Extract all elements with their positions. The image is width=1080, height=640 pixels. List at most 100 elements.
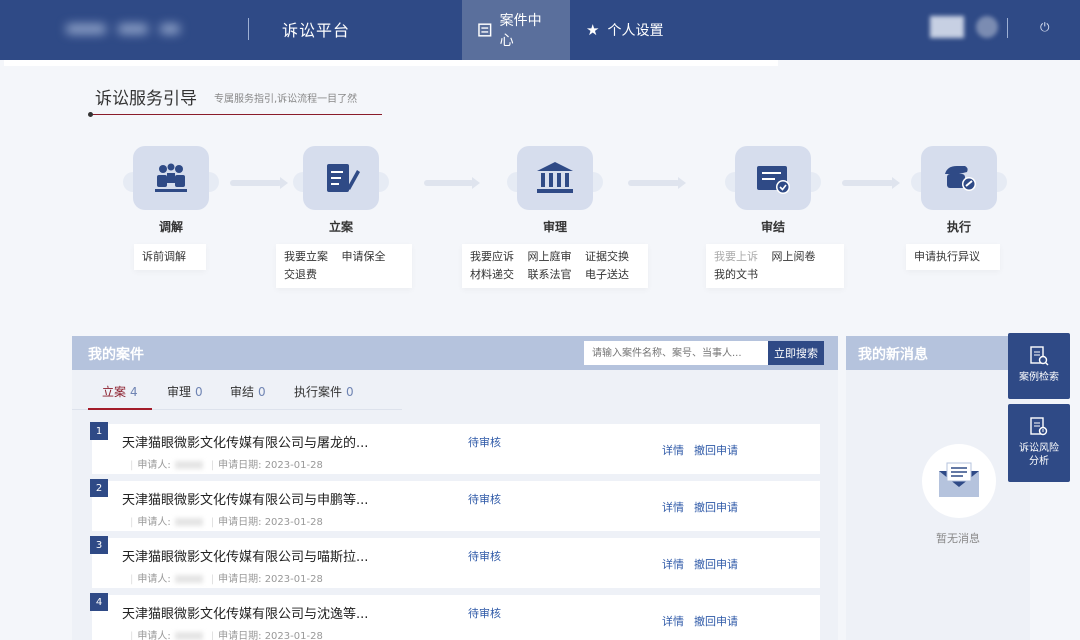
link-my-documents[interactable]: 我的文书 bbox=[714, 268, 758, 281]
case-status: 待审核 bbox=[468, 493, 501, 506]
detail-link[interactable]: 详情 bbox=[662, 613, 684, 629]
mediation-links: 诉前调解 bbox=[134, 244, 206, 270]
conclusion-links: 我要上诉 网上阅卷 我的文书 bbox=[706, 244, 844, 288]
link-pay-fees[interactable]: 交退费 bbox=[284, 268, 317, 281]
withdraw-link[interactable]: 撤回申请 bbox=[694, 556, 738, 572]
gavel-icon bbox=[911, 146, 1007, 210]
active-tab-indicator bbox=[88, 408, 152, 410]
withdraw-link[interactable]: 撤回申请 bbox=[694, 613, 738, 629]
empty-mail-icon bbox=[922, 444, 996, 518]
verdict-icon bbox=[725, 146, 821, 210]
case-number-badge: 4 bbox=[90, 593, 108, 611]
guide-underline-dot bbox=[88, 112, 93, 117]
date-label: 申请日期: bbox=[218, 631, 262, 640]
my-cases-panel: 我的案件 立即搜索 立案4 审理0 审结0 执行案件0 1 天津猫眼微影文化传媒… bbox=[72, 336, 838, 640]
detail-link[interactable]: 详情 bbox=[662, 442, 684, 458]
tab-label: 立案 bbox=[102, 385, 127, 399]
search-button[interactable]: 立即搜索 bbox=[768, 341, 824, 365]
step-arrow bbox=[628, 177, 686, 189]
case-row[interactable]: 3 天津猫眼微影文化传媒有限公司与喵斯拉... | 申请人: | 申请日期: 2023… bbox=[90, 536, 820, 588]
nav-personal-settings[interactable]: ★ 个人设置 bbox=[570, 0, 679, 60]
detail-link[interactable]: 详情 bbox=[662, 556, 684, 572]
link-online-hearing[interactable]: 网上庭审 bbox=[528, 250, 572, 263]
user-avatar[interactable] bbox=[930, 16, 998, 38]
withdraw-link[interactable]: 撤回申请 bbox=[694, 442, 738, 458]
case-date: 2023-01-28 bbox=[264, 574, 323, 585]
tab-concluded[interactable]: 审结 0 bbox=[230, 383, 266, 400]
trial-links: 我要应诉 网上庭审 证据交换 材料递交 联系法官 电子送达 bbox=[462, 244, 648, 288]
tab-count: 4 bbox=[130, 385, 138, 399]
step-label: 审结 bbox=[760, 220, 785, 234]
top-navbar: 诉讼平台 案件中心 ★ 个人设置 ⏻ bbox=[0, 0, 1080, 60]
filing-links: 我要立案 申请保全 交退费 bbox=[276, 244, 412, 288]
my-cases-header: 我的案件 立即搜索 bbox=[72, 336, 838, 370]
step-filing[interactable]: 立案 bbox=[293, 146, 389, 235]
tab-count: 0 bbox=[258, 385, 266, 399]
case-search-label: 案例检索 bbox=[1019, 372, 1059, 383]
empty-messages-text: 暂无消息 bbox=[936, 532, 980, 545]
case-status: 待审核 bbox=[468, 436, 501, 449]
link-submit-materials[interactable]: 材料递交 bbox=[470, 268, 514, 281]
case-row[interactable]: 4 天津猫眼微影文化传媒有限公司与沈逸等... | 申请人: | 申请日期: 2023… bbox=[90, 593, 820, 640]
applicant-redacted bbox=[174, 461, 203, 469]
step-label: 执行 bbox=[946, 220, 971, 234]
risk-analysis-label-line1: 诉讼风险 bbox=[1019, 443, 1059, 454]
execution-links: 申请执行异议 bbox=[906, 244, 1000, 270]
step-arrow bbox=[842, 177, 900, 189]
header-strip bbox=[4, 60, 778, 66]
case-tabs: 立案 4 审理 0 审结 0 执行案件 0 bbox=[72, 370, 838, 410]
nav-case-center[interactable]: 案件中心 bbox=[462, 0, 570, 60]
mediation-icon bbox=[123, 146, 219, 210]
tab-count: 0 bbox=[195, 385, 203, 399]
link-evidence-exchange[interactable]: 证据交换 bbox=[585, 250, 629, 263]
link-appeal[interactable]: 我要上诉 bbox=[714, 250, 758, 263]
link-execution-objection[interactable]: 申请执行异议 bbox=[914, 250, 980, 263]
link-respond[interactable]: 我要应诉 bbox=[470, 250, 514, 263]
case-search-side-button[interactable]: 案例检索 bbox=[1008, 333, 1070, 399]
tab-trial[interactable]: 审理 0 bbox=[167, 383, 203, 400]
link-online-review[interactable]: 网上阅卷 bbox=[772, 250, 816, 263]
link-contact-judge[interactable]: 联系法官 bbox=[528, 268, 572, 281]
nav-case-center-label: 案件中心 bbox=[499, 13, 542, 49]
detail-link[interactable]: 详情 bbox=[662, 499, 684, 515]
risk-analysis-side-button[interactable]: 诉讼风险 分析 bbox=[1008, 404, 1070, 482]
magnifier-document-icon bbox=[1030, 346, 1049, 366]
case-name[interactable]: 天津猫眼微影文化传媒有限公司与喵斯拉... bbox=[122, 546, 368, 565]
tab-label: 审理 bbox=[167, 385, 192, 399]
applicant-redacted bbox=[174, 575, 203, 583]
tab-execution[interactable]: 执行案件 0 bbox=[294, 383, 354, 400]
case-name[interactable]: 天津猫眼微影文化传媒有限公司与屠龙的... bbox=[122, 432, 368, 451]
user-divider bbox=[1007, 18, 1008, 38]
case-row[interactable]: 1 天津猫眼微影文化传媒有限公司与屠龙的... | 申请人: | 申请日期: 2023… bbox=[90, 422, 820, 474]
logout-icon[interactable]: ⏻ bbox=[1040, 20, 1056, 36]
withdraw-link[interactable]: 撤回申请 bbox=[694, 499, 738, 515]
case-number-badge: 3 bbox=[90, 536, 108, 554]
case-meta: | 申请人: | 申请日期: 2023-01-28 bbox=[130, 574, 323, 585]
link-e-service[interactable]: 电子送达 bbox=[585, 268, 629, 281]
messages-title: 我的新消息 bbox=[858, 347, 928, 363]
case-date: 2023-01-28 bbox=[264, 460, 323, 471]
step-trial[interactable]: 审理 bbox=[507, 146, 603, 235]
step-execution[interactable]: 执行 bbox=[911, 146, 1007, 235]
court-logo bbox=[60, 16, 240, 42]
guide-title: 诉讼服务引导 bbox=[95, 89, 197, 109]
case-name[interactable]: 天津猫眼微影文化传媒有限公司与申鹏等... bbox=[122, 489, 368, 508]
step-mediation[interactable]: 调解 bbox=[123, 146, 219, 235]
applicant-label: 申请人: bbox=[137, 574, 171, 585]
step-conclusion[interactable]: 审结 bbox=[725, 146, 821, 235]
tab-filing[interactable]: 立案 4 bbox=[102, 383, 138, 400]
link-file-case[interactable]: 我要立案 bbox=[284, 250, 328, 263]
case-number-badge: 1 bbox=[90, 422, 108, 440]
star-icon: ★ bbox=[586, 21, 600, 39]
link-pre-mediation[interactable]: 诉前调解 bbox=[142, 250, 186, 263]
applicant-label: 申请人: bbox=[137, 631, 171, 640]
link-apply-preservation[interactable]: 申请保全 bbox=[342, 250, 386, 263]
step-arrow bbox=[230, 177, 288, 189]
guide-subtitle: 专属服务指引,诉讼流程一目了然 bbox=[214, 94, 358, 105]
case-row[interactable]: 2 天津猫眼微影文化传媒有限公司与申鹏等... | 申请人: | 申请日期: 2023… bbox=[90, 479, 820, 531]
case-meta: | 申请人: | 申请日期: 2023-01-28 bbox=[130, 517, 323, 528]
case-search-input[interactable] bbox=[584, 341, 768, 365]
risk-document-icon bbox=[1030, 417, 1048, 436]
case-name[interactable]: 天津猫眼微影文化传媒有限公司与沈逸等... bbox=[122, 603, 368, 622]
tab-label: 审结 bbox=[230, 385, 255, 399]
